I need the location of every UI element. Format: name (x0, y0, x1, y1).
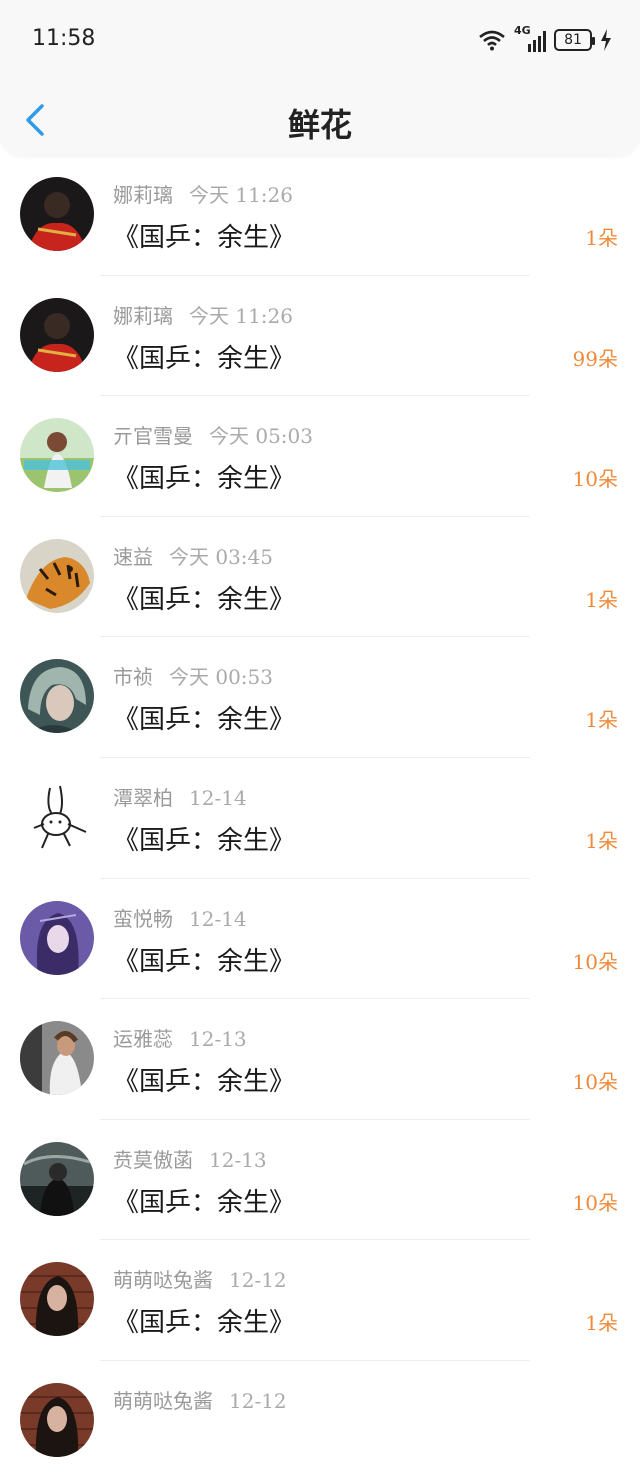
sender-name: 娜莉璃 (113, 183, 173, 207)
list-item[interactable]: 萌萌哒兔酱 12-12 (0, 1361, 640, 1482)
send-time: 12-12 (229, 1388, 287, 1413)
flower-count: 10朵 (572, 1070, 618, 1095)
list-item[interactable]: 贲莫傲菡 12-13 《国乒：余生》 10朵 (0, 1120, 640, 1241)
sender-info: 潭翠柏 12-14 (113, 782, 247, 811)
avatar[interactable] (20, 659, 94, 734)
work-title: 《国乒：余生》 (113, 946, 296, 977)
work-title: 《国乒：余生》 (113, 705, 296, 736)
list-item[interactable]: 市祯 今天 00:53 《国乒：余生》 1朵 (0, 637, 640, 758)
list-item[interactable]: 运雅蕊 12-13 《国乒：余生》 10朵 (0, 999, 640, 1120)
sender-name: 贲莫傲菡 (113, 1147, 193, 1172)
sender-name: 萌萌哒兔酱 (113, 1388, 213, 1413)
sender-info: 萌萌哒兔酱 12-12 (113, 1385, 287, 1414)
status-time: 11:58 (32, 26, 96, 51)
sender-info: 亓官雪曼 今天 05:03 (113, 420, 313, 449)
avatar[interactable] (20, 418, 94, 493)
wifi-icon (479, 30, 505, 51)
list-item[interactable]: 亓官雪曼 今天 05:03 《国乒：余生》 10朵 (0, 396, 640, 517)
flower-count: 1朵 (585, 226, 618, 250)
sender-info: 市祯 今天 00:53 (113, 661, 273, 690)
signal-icon: 4G (514, 24, 546, 52)
sender-name: 亓官雪曼 (113, 424, 193, 449)
send-time: 今天 11:26 (189, 183, 293, 207)
flower-count: 10朵 (572, 949, 618, 974)
flower-count: 99朵 (572, 346, 618, 371)
send-time: 12-14 (189, 906, 247, 931)
avatar[interactable] (20, 900, 94, 975)
sender-info: 萌萌哒兔酱 12-12 (113, 1264, 287, 1293)
status-icons: 4G 81 (478, 24, 612, 56)
send-time: 12-12 (229, 1268, 287, 1293)
battery-level: 81 (564, 32, 582, 48)
sender-info: 蛮悦畅 12-14 (113, 903, 247, 932)
work-title: 《国乒：余生》 (113, 223, 296, 253)
send-time: 今天 00:53 (169, 665, 273, 690)
list-item[interactable]: 潭翠柏 12-14 《国乒：余生》 1朵 (0, 758, 640, 879)
sender-info: 娜莉璃 今天 11:26 (113, 300, 293, 329)
send-time: 今天 11:26 (189, 303, 293, 328)
sender-name: 速益 (113, 544, 153, 569)
flower-count: 1朵 (585, 1311, 618, 1336)
flower-count: 10朵 (572, 1190, 618, 1215)
app-header: 11:58 4G 81 鲜花 (0, 0, 640, 155)
avatar[interactable] (20, 538, 94, 613)
avatar[interactable] (20, 177, 94, 251)
sender-name: 潭翠柏 (113, 785, 173, 810)
work-title: 《国乒：余生》 (113, 1187, 296, 1218)
flower-count: 1朵 (585, 828, 618, 853)
work-title: 《国乒：余生》 (113, 343, 296, 374)
network-type: 4G (514, 24, 531, 37)
list-item[interactable]: 娜莉璃 今天 11:26 《国乒：余生》 99朵 (0, 276, 640, 397)
avatar[interactable] (20, 1021, 94, 1096)
work-title: 《国乒：余生》 (113, 584, 296, 615)
battery-icon: 81 (554, 29, 595, 51)
avatar[interactable] (20, 1141, 94, 1216)
sender-info: 运雅蕊 12-13 (113, 1023, 247, 1052)
avatar[interactable] (20, 1262, 94, 1337)
sender-name: 娜莉璃 (113, 303, 173, 328)
work-title: 《国乒：余生》 (113, 1308, 296, 1339)
list-item[interactable]: 速益 今天 03:45 《国乒：余生》 1朵 (0, 517, 640, 638)
list-item[interactable]: 蛮悦畅 12-14 《国乒：余生》 10朵 (0, 879, 640, 1000)
send-time: 今天 03:45 (169, 544, 273, 569)
avatar[interactable] (20, 1382, 94, 1457)
charging-icon (601, 29, 611, 51)
sender-name: 萌萌哒兔酱 (113, 1268, 213, 1293)
sender-name: 蛮悦畅 (113, 906, 173, 931)
send-time: 12-13 (209, 1147, 267, 1172)
sender-info: 娜莉璃 今天 11:26 (113, 179, 293, 208)
list-item[interactable]: 娜莉璃 今天 11:26 《国乒：余生》 1朵 (0, 155, 640, 276)
avatar[interactable] (20, 779, 94, 854)
flower-count: 1朵 (585, 708, 618, 733)
work-title: 《国乒：余生》 (113, 1067, 296, 1098)
send-time: 12-13 (189, 1027, 247, 1052)
page-title: 鲜花 (287, 106, 352, 144)
work-title: 《国乒：余生》 (113, 825, 296, 856)
sender-info: 贲莫傲菡 12-13 (113, 1144, 267, 1173)
flower-list: 娜莉璃 今天 11:26 《国乒：余生》 1朵 娜莉璃 今天 11:26 《国乒：余… (0, 155, 640, 1482)
send-time: 今天 05:03 (209, 424, 313, 449)
send-time: 12-14 (189, 785, 247, 810)
sender-info: 速益 今天 03:45 (113, 541, 273, 570)
list-item[interactable]: 萌萌哒兔酱 12-12 《国乒：余生》 1朵 (0, 1240, 640, 1361)
sender-name: 市祯 (113, 665, 153, 690)
flower-count: 10朵 (572, 467, 618, 492)
flower-count: 1朵 (585, 587, 618, 612)
work-title: 《国乒：余生》 (113, 464, 296, 495)
avatar[interactable] (20, 297, 94, 372)
sender-name: 运雅蕊 (113, 1027, 173, 1052)
